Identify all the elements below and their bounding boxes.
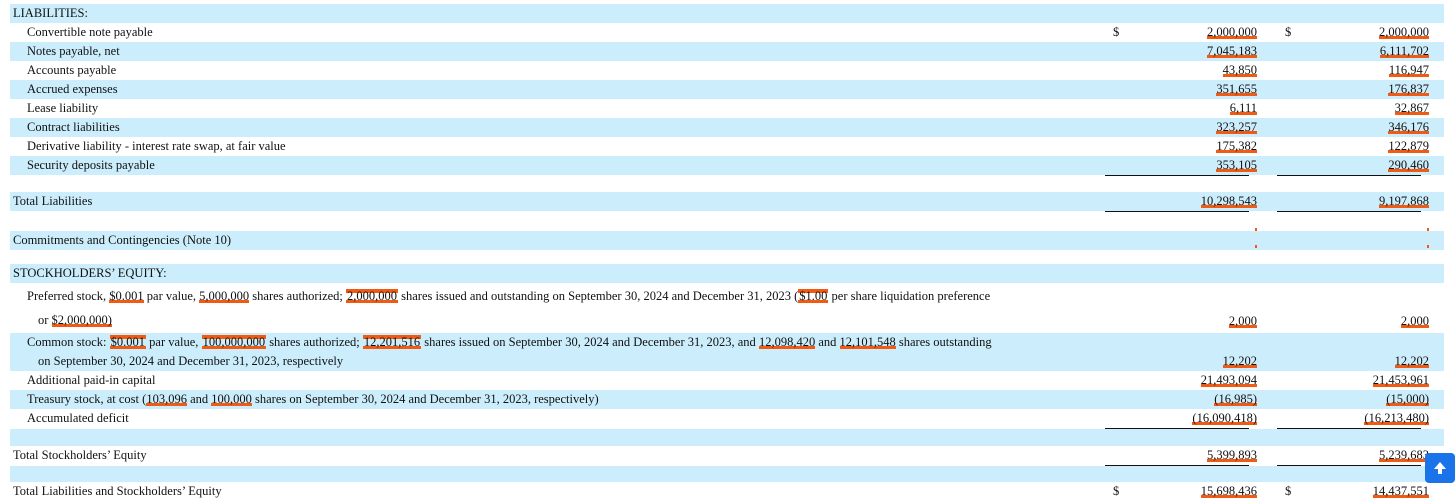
value-2023: 21,453,961 <box>1372 373 1429 387</box>
value-2024: 5,399,893 <box>1207 448 1257 462</box>
row-label: Commitments and Contingencies (Note 10) <box>13 233 232 247</box>
table-row: Security deposits payable 353,105 290,46… <box>10 156 1444 175</box>
value-2024: 2,000 <box>1228 314 1257 328</box>
value-2024: 15,698,436 <box>1200 484 1257 498</box>
spacer-row <box>10 429 1444 446</box>
value-2023: 346,176 <box>1388 120 1429 134</box>
total-rule <box>1277 211 1421 212</box>
row-label: Convertible note payable <box>27 25 153 39</box>
highlight-tick <box>1427 228 1429 231</box>
preferred-stock-row: Preferred stock, $0.001 par value, 5,000… <box>10 285 1444 331</box>
row-label: Notes payable, net <box>27 44 120 58</box>
subtotal-rule <box>1105 175 1249 176</box>
total-equity-row: Total Stockholders’ Equity 5,399,893 5,2… <box>10 446 1444 465</box>
grand-total-row: Total Liabilities and Stockholders’ Equi… <box>10 482 1444 501</box>
value-2023: 12,202 <box>1394 354 1429 368</box>
row-label: Contract liabilities <box>27 120 120 134</box>
row-label: Total Liabilities <box>13 194 93 208</box>
treasury-stock-row: Treasury stock, at cost (103,096 and 100… <box>10 390 1444 409</box>
equity-heading: STOCKHOLDERS’ EQUITY: <box>13 266 167 280</box>
table-row: Derivative liability - interest rate swa… <box>10 137 1444 156</box>
row-label: Derivative liability - interest rate swa… <box>27 139 286 153</box>
value-2024: (16,985) <box>1214 392 1257 406</box>
row-label: Lease liability <box>27 101 99 115</box>
commitments-row: Commitments and Contingencies (Note 10) <box>10 231 1444 250</box>
total-liabilities-row: Total Liabilities 10,298,543 9,197,868 <box>10 192 1444 211</box>
row-label: Total Liabilities and Stockholders’ Equi… <box>13 484 222 498</box>
table-row: Accumulated deficit (16,090,418) (16,213… <box>10 409 1444 428</box>
equity-heading-row: STOCKHOLDERS’ EQUITY: <box>10 264 1444 283</box>
value-2023: 14,437,551 <box>1372 484 1429 498</box>
value-2023: 122,879 <box>1388 139 1429 153</box>
liabilities-heading: LIABILITIES: <box>13 6 88 20</box>
table-row: Lease liability 6,111 32,867 <box>10 99 1444 118</box>
row-label: Accounts payable <box>27 63 117 77</box>
row-label: Accumulated deficit <box>27 411 129 425</box>
table-row: Contract liabilities 323,257 346,176 <box>10 118 1444 137</box>
value-2023: 290,460 <box>1388 158 1429 172</box>
value-2023: 2,000,000 <box>1379 25 1429 39</box>
value-2023: (15,000) <box>1386 392 1429 406</box>
preferred-stock-line2: or $2,000,000) <box>38 313 112 327</box>
arrow-up-icon <box>1434 462 1446 474</box>
highlight-tick <box>1427 245 1429 248</box>
value-2024: 2,000,000 <box>1207 25 1257 39</box>
value-2024: (16,090,418) <box>1192 411 1257 425</box>
liabilities-heading-row: LIABILITIES: <box>10 4 1444 23</box>
table-row: Notes payable, net 7,045,183 6,111,702 <box>10 42 1444 61</box>
value-2024: 21,493,094 <box>1200 373 1257 387</box>
value-2023: 176,837 <box>1388 82 1429 96</box>
table-row: Convertible note payable $ 2,000,000 $ 2… <box>10 23 1444 42</box>
common-stock-line1: Common stock: $0.001 par value, 100,000,… <box>27 335 992 349</box>
value-2024: 10,298,543 <box>1200 194 1257 208</box>
scroll-to-top-button[interactable] <box>1425 453 1455 483</box>
row-label: Security deposits payable <box>27 158 155 172</box>
row-label: Treasury stock, at cost (103,096 and 100… <box>27 392 599 406</box>
value-2024: 323,257 <box>1216 120 1257 134</box>
value-2023: 116,947 <box>1388 63 1429 77</box>
highlight-tick <box>1255 245 1257 248</box>
value-2024: 6,111 <box>1229 101 1257 115</box>
value-2023: 2,000 <box>1400 314 1429 328</box>
subtotal-rule <box>1277 175 1421 176</box>
spacer-row <box>10 466 1444 482</box>
common-stock-row: Common stock: $0.001 par value, 100,000,… <box>10 333 1444 371</box>
value-2024: 7,045,183 <box>1207 44 1257 58</box>
table-row: Additional paid-in capital 21,493,094 21… <box>10 371 1444 390</box>
table-row: Accounts payable 43,850 116,947 <box>10 61 1444 80</box>
common-stock-line2: on September 30, 2024 and December 31, 2… <box>38 354 344 368</box>
value-2023: (16,213,480) <box>1364 411 1429 425</box>
row-label: Accrued expenses <box>27 82 118 96</box>
value-2024: 351,655 <box>1216 82 1257 96</box>
value-2023: 5,239,683 <box>1379 448 1429 462</box>
highlight-tick <box>1255 228 1257 231</box>
value-2024: 353,105 <box>1216 158 1257 172</box>
table-row: Accrued expenses 351,655 176,837 <box>10 80 1444 99</box>
row-label: Total Stockholders’ Equity <box>13 448 147 462</box>
row-label: Additional paid-in capital <box>27 373 156 387</box>
value-2023: 9,197,868 <box>1379 194 1429 208</box>
preferred-stock-line1: Preferred stock, $0.001 par value, 5,000… <box>27 289 991 303</box>
value-2023: 6,111,702 <box>1379 44 1429 58</box>
total-rule <box>1105 211 1249 212</box>
value-2024: 175,382 <box>1216 139 1257 153</box>
value-2024: 43,850 <box>1222 63 1257 77</box>
value-2023: 32,867 <box>1394 101 1429 115</box>
value-2024: 12,202 <box>1222 354 1257 368</box>
